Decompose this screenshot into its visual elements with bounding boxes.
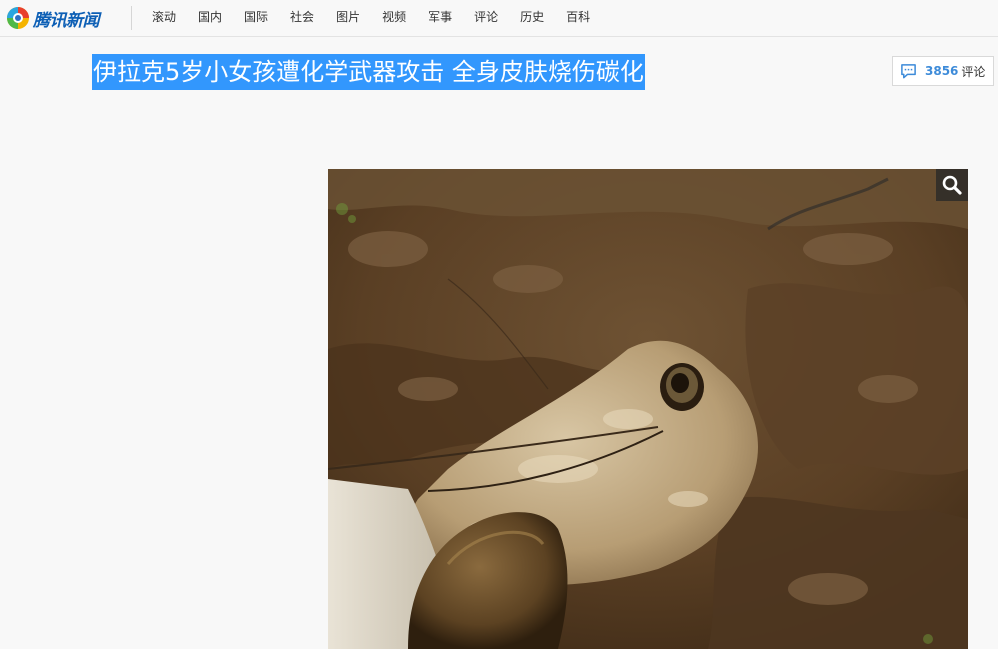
article-title: 伊拉克5岁小女孩遭化学武器攻击 全身皮肤烧伤碳化: [92, 54, 645, 90]
site-logo[interactable]: 腾讯新闻: [6, 5, 100, 31]
nav-item-photos[interactable]: 图片: [325, 0, 371, 36]
nav-item-domestic[interactable]: 国内: [187, 0, 233, 36]
nav-item-military[interactable]: 军事: [417, 0, 463, 36]
comment-count-button[interactable]: 3856 评论: [892, 56, 994, 86]
magnifier-icon: [942, 175, 962, 195]
logo-text: 腾讯新闻: [33, 10, 100, 31]
comment-count: 3856: [925, 64, 959, 78]
nav-item-encyclopedia[interactable]: 百科: [555, 0, 601, 36]
article-photo[interactable]: [328, 169, 968, 649]
tencent-news-logo-icon: [7, 7, 29, 29]
nav-item-society[interactable]: 社会: [279, 0, 325, 36]
logo-divider: [131, 6, 132, 30]
channel-nav: 滚动 国内 国际 社会 图片 视频 军事 评论 历史 百科: [141, 0, 601, 36]
nav-item-scroll[interactable]: 滚动: [141, 0, 187, 36]
nav-item-commentary[interactable]: 评论: [463, 0, 509, 36]
top-navigation-bar: 腾讯新闻 滚动 国内 国际 社会 图片 视频 军事 评论 历史 百科: [0, 0, 998, 37]
nav-item-video[interactable]: 视频: [371, 0, 417, 36]
nav-item-international[interactable]: 国际: [233, 0, 279, 36]
photo-image: [328, 169, 968, 649]
photo-zoom-button[interactable]: [936, 169, 968, 201]
comment-label: 评论: [961, 64, 986, 79]
nav-item-history[interactable]: 历史: [509, 0, 555, 36]
comment-bubble-icon: [901, 63, 916, 78]
